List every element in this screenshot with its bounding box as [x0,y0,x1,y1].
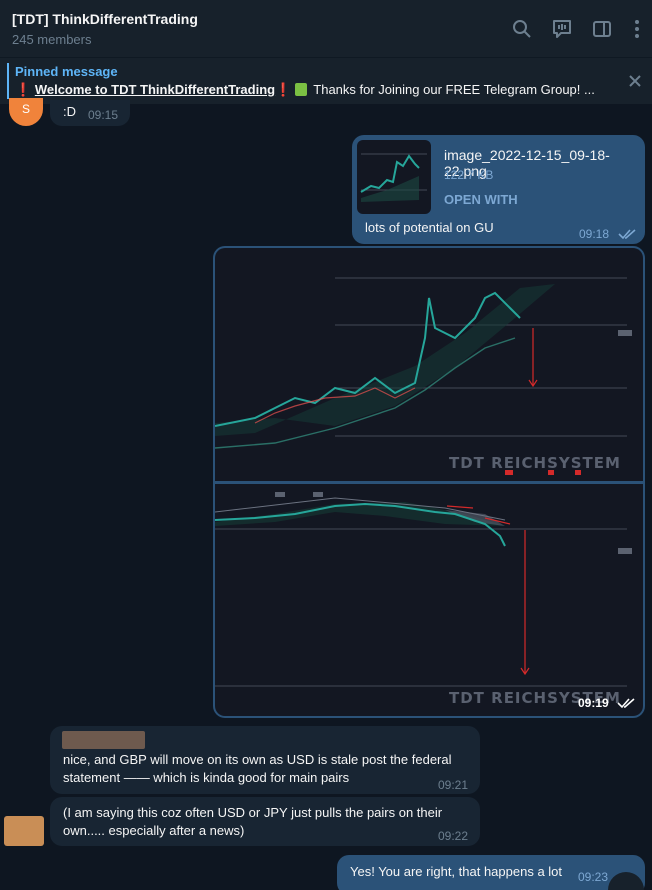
pinned-text: ❗ Welcome to TDT ThinkDifferentTrading❗ … [15,82,615,98]
exclamation-icon: ❗ [275,82,292,97]
avatar[interactable]: S [9,98,43,126]
message-time: 09:22 [438,829,469,843]
avatar[interactable] [4,816,44,846]
chart-thumbnail [360,153,427,202]
chart-watermark: TDT REICHSYSTEM [449,454,621,472]
sidebar-toggle-icon[interactable] [591,18,613,40]
more-vertical-icon[interactable] [626,18,648,40]
file-size: 122.7 KB [444,168,494,182]
member-count: 245 members [12,32,92,47]
message-time: 09:15 [88,108,119,122]
double-check-icon [618,229,636,240]
voice-chat-icon[interactable] [551,18,573,40]
close-icon[interactable] [627,73,643,89]
message-time: 09:23 [578,870,609,884]
pinned-rest: Thanks for Joining our FREE Telegram Gro… [309,82,595,97]
sender-name-redacted [62,731,145,749]
message-time: 09:19 [578,696,609,710]
exclamation-icon: ❗ [15,82,32,97]
pinned-accent-bar [7,63,9,99]
message-text-line: nice, and GBP will move on its own as US… [63,752,452,767]
message-text: Yes! You are right, that happens a lot [350,864,563,879]
search-icon[interactable] [511,18,533,40]
pinned-link[interactable]: Welcome to TDT ThinkDifferentTrading [35,82,275,97]
file-thumbnail[interactable] [357,140,431,214]
message-time: 09:21 [438,778,469,792]
double-check-icon [617,698,635,709]
message-time: 09:18 [579,227,610,241]
beginner-badge-icon [294,83,307,96]
price-chart-bottom [215,492,632,687]
open-with-button[interactable]: OPEN WITH [444,192,518,207]
pinned-message-bar[interactable]: Pinned message ❗ Welcome to TDT ThinkDif… [0,58,652,104]
chat-header: [TDT] ThinkDifferentTrading 245 members [0,0,652,58]
message-text-line: (I am saying this coz often USD or JPY j… [63,805,443,820]
message-text: lots of potential on GU [365,220,494,235]
chat-title[interactable]: [TDT] ThinkDifferentTrading [12,11,198,27]
message-text: :D [63,104,76,119]
chart-image-top[interactable]: TDT REICHSYSTEM [215,248,643,481]
price-chart-top [215,277,632,475]
chart-image-bottom[interactable]: TDT REICHSYSTEM [215,484,643,716]
message-text-line: statement —— which is kinda good for mai… [63,770,350,785]
message-text-line: own..... especially after a news) [63,823,245,838]
pinned-label: Pinned message [15,64,118,79]
